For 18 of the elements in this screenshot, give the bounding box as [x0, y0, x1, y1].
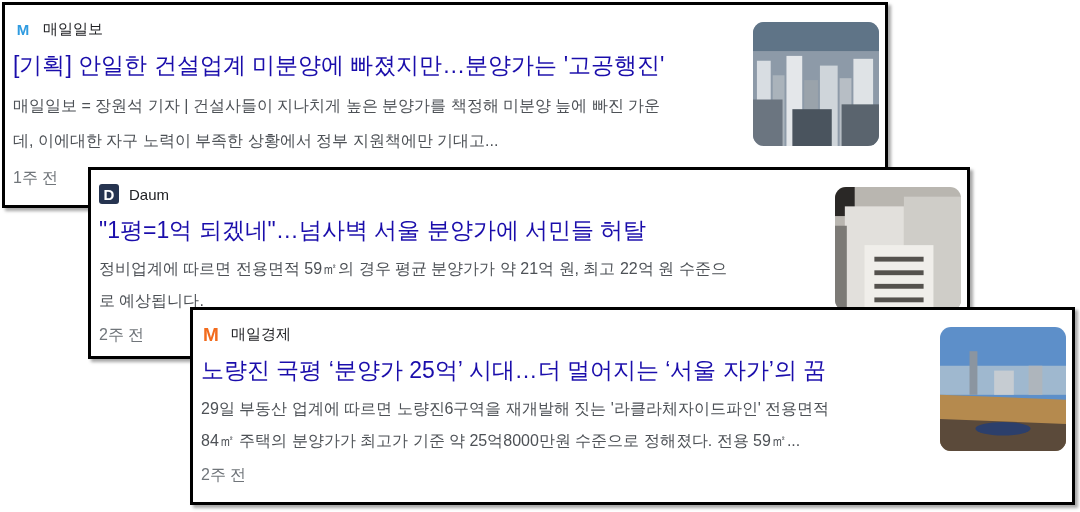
time-ago: 2주 전	[99, 325, 145, 345]
source-logo-icon: D	[99, 184, 119, 204]
headline-link[interactable]: [기획] 안일한 건설업계 미분양에 빠졌지만…분양가는 '고공행진'	[13, 50, 665, 80]
source-logo-icon: M	[201, 324, 221, 344]
headline-link[interactable]: 노량진 국평 ‘분양가 25억’ 시대…더 멀어지는 ‘서울 자가’의 꿈	[201, 355, 827, 385]
snippet-line: 29일 부동산 업계에 따르면 노량진6구역을 재개발해 짓는 '라클라체자이드파인' 전용면적	[201, 399, 830, 419]
snippet-line: 데, 이에대한 자구 노력이 부족한 상황에서 정부 지원책에만 기대고...	[13, 131, 499, 151]
headline-link[interactable]: "1평=1억 되겠네"…넘사벽 서울 분양가에 서민들 허탈	[99, 215, 647, 245]
source-name: 매일일보	[43, 19, 103, 39]
source-name: Daum	[129, 185, 169, 203]
source-name: 매일경제	[231, 324, 291, 344]
time-ago: 1주 전	[13, 168, 59, 188]
snippet-line: 로 예상됩니다.	[99, 291, 204, 311]
snippet-line: 84㎡ 주택의 분양가가 최고가 기준 약 25억8000만원 수준으로 정해졌다. 전용 59㎡...	[201, 431, 801, 451]
snippet-line: 매일일보 = 장원석 기자 | 건설사들이 지나치게 높은 분양가를 책정해 미분양 늪에 빠진 가운	[13, 96, 661, 116]
snippet-line: 정비업계에 따르면 전용면적 59㎡의 경우 평균 분양가가 약 21억 원, 최고 22억 원 수준으	[99, 259, 727, 279]
source-logo-icon: M	[13, 19, 33, 39]
time-ago: 2주 전	[201, 465, 247, 485]
